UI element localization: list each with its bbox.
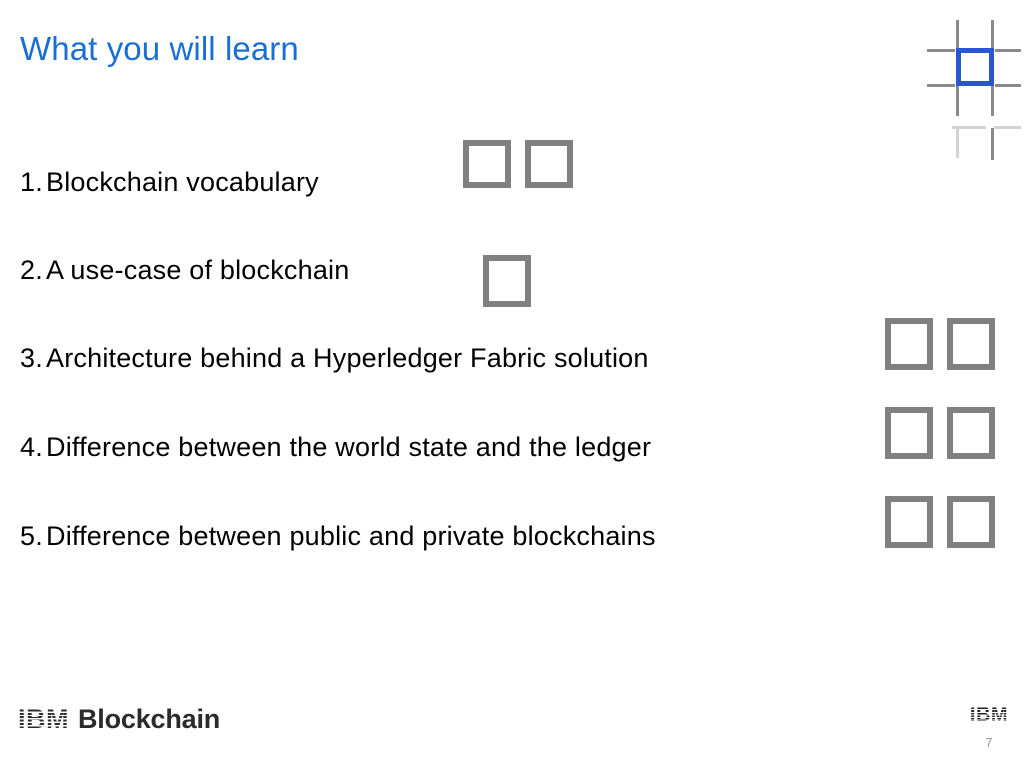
deco-dash-h-1 [927, 49, 955, 52]
missing-glyph-group-3 [885, 318, 995, 370]
deco-dash-h-6 [994, 126, 1021, 129]
missing-glyph-box-icon [525, 140, 573, 188]
list-item-label-5: Difference between public and private bl… [46, 521, 656, 551]
list-item-text-5: 5. Difference between public and private … [20, 520, 656, 552]
list-item-number-4: 4. [20, 432, 43, 462]
slide-canvas: What you will learn 1. Blockchain vocabul… [0, 0, 1024, 768]
missing-glyph-box-icon [483, 255, 531, 307]
missing-glyph-box-icon [885, 318, 933, 370]
missing-glyph-box-icon [885, 496, 933, 548]
missing-glyph-box-icon [463, 140, 511, 188]
learning-objectives-list: 1. Blockchain vocabulary 2. A use-case of … [0, 140, 1024, 585]
missing-glyph-group-5 [885, 496, 995, 548]
deco-dash-v-2 [956, 82, 959, 116]
list-item-label-2: A use-case of blockchain [46, 255, 350, 285]
missing-glyph-group-1 [463, 140, 573, 188]
ibm-logo-corner: IBM [969, 704, 1009, 726]
missing-glyph-box-icon [885, 407, 933, 459]
list-item-label-1: Blockchain vocabulary [46, 167, 319, 197]
deco-accent-square [956, 48, 994, 86]
list-item-number-5: 5. [20, 521, 43, 551]
list-item-text-1: 1. Blockchain vocabulary [20, 166, 319, 198]
list-item-text-3: 3. Architecture behind a Hyperledger Fabr… [20, 342, 649, 374]
missing-glyph-box-icon [947, 407, 995, 459]
deco-dash-v-5 [991, 82, 994, 116]
list-item-number-3: 3. [20, 343, 43, 373]
missing-glyph-box-icon [947, 496, 995, 548]
missing-glyph-group-4 [885, 407, 995, 459]
list-item: 3. Architecture behind a Hyperledger Fabr… [0, 318, 1024, 407]
ibm-logo: IBM [18, 704, 69, 734]
list-item-number-1: 1. [20, 167, 43, 197]
deco-dash-h-3 [927, 84, 955, 87]
missing-glyph-group-2 [483, 255, 531, 307]
missing-glyph-box-icon [947, 318, 995, 370]
page-title: What you will learn [20, 30, 299, 67]
list-item: 5. Difference between public and private … [0, 496, 1024, 585]
list-item-number-2: 2. [20, 255, 43, 285]
list-item: 4. Difference between the world state and… [0, 407, 1024, 496]
list-item-text-4: 4. Difference between the world state and… [20, 431, 651, 463]
ibm-blockchain-logo: IBM Blockchain [18, 706, 220, 733]
list-item-text-2: 2. A use-case of blockchain [20, 254, 349, 286]
list-item-label-4: Difference between the world state and t… [46, 432, 652, 462]
ibm-corner-logo: IBM [966, 705, 1012, 726]
deco-dash-h-2 [995, 49, 1021, 52]
brand-suffix-label: Blockchain [78, 704, 221, 734]
list-item-label-3: Architecture behind a Hyperledger Fabric… [46, 343, 649, 373]
deco-dash-h-5 [952, 126, 986, 129]
slide-number: 7 [985, 735, 993, 750]
deco-dash-h-4 [995, 84, 1021, 87]
